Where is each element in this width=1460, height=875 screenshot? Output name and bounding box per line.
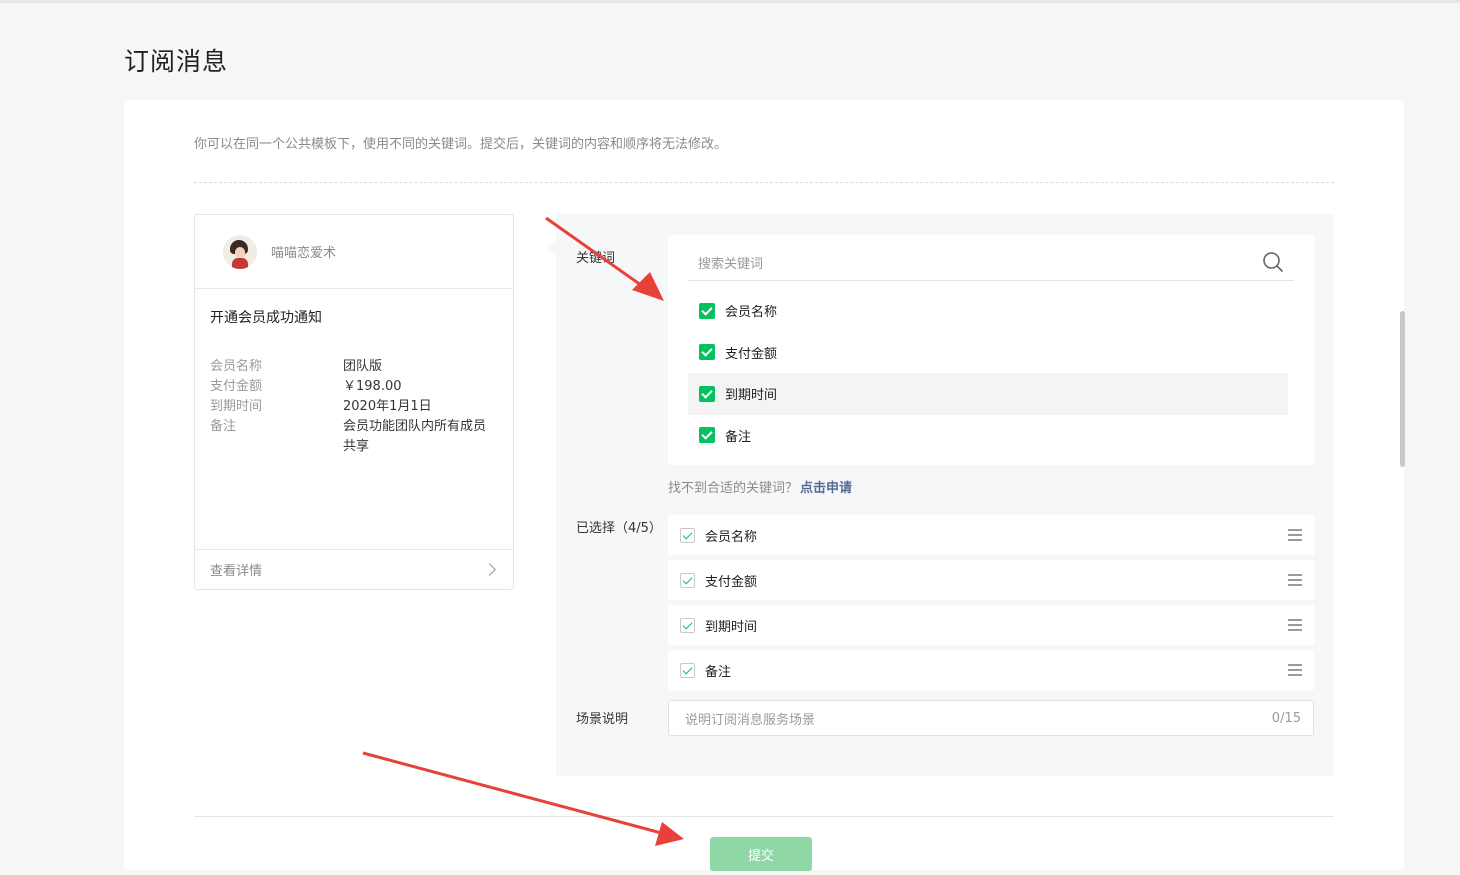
keyword-list-scrollbar[interactable] xyxy=(1400,311,1405,467)
checkbox-checked-icon[interactable] xyxy=(680,617,695,633)
checkbox-checked-icon[interactable] xyxy=(680,572,695,588)
search-icon[interactable] xyxy=(1262,251,1284,273)
preview-row-key: 到期时间 xyxy=(210,399,263,414)
selected-keyword-label: 备注 xyxy=(705,664,732,680)
preview-header: 喵喵恋爱术 xyxy=(195,215,513,289)
keyword-option[interactable]: 到期时间 xyxy=(688,373,1288,415)
keyword-option-label: 支付金额 xyxy=(725,346,778,362)
selected-keyword[interactable]: 会员名称 xyxy=(668,515,1314,555)
selected-keyword[interactable]: 备注 xyxy=(668,650,1314,690)
preview-row-value: 团队版 xyxy=(343,359,383,374)
preview-row-value: 2020年1月1日 xyxy=(343,399,432,414)
scene-placeholder: 说明订阅消息服务场景 xyxy=(685,712,816,728)
checkbox-checked-icon[interactable] xyxy=(699,427,715,444)
drag-handle-icon[interactable] xyxy=(1288,574,1302,586)
preview-row: 会员名称 团队版 xyxy=(210,357,500,377)
dashed-divider xyxy=(194,182,1334,183)
preview-row: 备注 会员功能团队内所有成员共享 xyxy=(210,417,500,457)
selected-keyword[interactable]: 到期时间 xyxy=(668,605,1314,645)
keyword-option-label: 会员名称 xyxy=(725,305,778,321)
apply-keyword-link[interactable]: 点击申请 xyxy=(800,481,852,496)
account-name: 喵喵恋爱术 xyxy=(271,246,337,261)
avatar xyxy=(223,234,257,269)
checkbox-checked-icon[interactable] xyxy=(680,662,695,678)
selected-keyword[interactable]: 支付金额 xyxy=(668,560,1314,600)
keyword-option[interactable]: 备注 xyxy=(688,415,1288,457)
page-title: 订阅消息 xyxy=(124,47,229,76)
hint-text: 你可以在同一个公共模板下，使用不同的关键词。提交后，关键词的内容和顺序将无法修改… xyxy=(194,137,728,152)
preview-row-key: 备注 xyxy=(210,419,237,434)
preview-row-key: 支付金额 xyxy=(210,379,263,394)
keyword-search-input[interactable]: 搜索关键词 xyxy=(688,245,1294,281)
keyword-option-label: 到期时间 xyxy=(725,388,778,404)
selected-keyword-list: 会员名称 支付金额 到期时间 备注 xyxy=(668,515,1314,695)
preview-message-title: 开通会员成功通知 xyxy=(210,310,322,326)
config-panel: 关键词 搜索关键词 会员名称 支付金额 到期时间 备注 找不到合适的关键词？ 点… xyxy=(556,214,1405,776)
checkbox-checked-icon[interactable] xyxy=(680,527,695,543)
drag-handle-icon[interactable] xyxy=(1288,529,1302,541)
main-card: 你可以在同一个公共模板下，使用不同的关键词。提交后，关键词的内容和顺序将无法修改… xyxy=(124,100,1405,871)
keyword-list: 会员名称 支付金额 到期时间 备注 xyxy=(688,290,1288,456)
keyword-option[interactable]: 会员名称 xyxy=(688,290,1288,332)
keyword-option-label: 备注 xyxy=(725,429,752,445)
checkbox-checked-icon[interactable] xyxy=(699,385,715,402)
checkbox-checked-icon[interactable] xyxy=(699,344,715,361)
message-preview: 喵喵恋爱术 开通会员成功通知 会员名称 团队版 支付金额 ￥198.00 到期时… xyxy=(194,214,514,590)
selected-keyword-label: 支付金额 xyxy=(705,574,758,590)
keyword-not-found: 找不到合适的关键词？ 点击申请 xyxy=(668,477,852,496)
not-found-text: 找不到合适的关键词？ xyxy=(668,481,799,496)
footer-divider xyxy=(194,816,1334,817)
checkbox-checked-icon[interactable] xyxy=(699,302,715,319)
preview-row: 支付金额 ￥198.00 xyxy=(210,377,500,397)
char-counter: 0/15 xyxy=(1271,710,1301,726)
preview-row-value: 会员功能团队内所有成员共享 xyxy=(343,419,487,454)
preview-row-key: 会员名称 xyxy=(210,359,263,374)
scene-label: 场景说明 xyxy=(576,712,629,727)
scene-description-input[interactable]: 说明订阅消息服务场景 0/15 xyxy=(668,700,1314,736)
preview-fields: 会员名称 团队版 支付金额 ￥198.00 到期时间 2020年1月1日 备注 … xyxy=(210,357,500,457)
selected-label: 已选择（4/5） xyxy=(576,521,662,536)
keyword-option[interactable]: 支付金额 xyxy=(688,332,1288,374)
selected-keyword-label: 到期时间 xyxy=(705,619,758,635)
search-placeholder: 搜索关键词 xyxy=(698,257,764,272)
view-details-link[interactable]: 查看详情 xyxy=(195,549,513,589)
keywords-label: 关键词 xyxy=(576,251,616,266)
top-divider xyxy=(0,0,1460,3)
keyword-picker: 搜索关键词 会员名称 支付金额 到期时间 备注 xyxy=(668,235,1405,467)
preview-row: 到期时间 2020年1月1日 xyxy=(210,397,500,417)
drag-handle-icon[interactable] xyxy=(1288,664,1302,676)
preview-row-value: ￥198.00 xyxy=(343,379,402,394)
panel-pointer xyxy=(548,240,556,256)
drag-handle-icon[interactable] xyxy=(1288,619,1302,631)
view-details-label: 查看详情 xyxy=(210,564,263,579)
selected-keyword-label: 会员名称 xyxy=(705,529,758,545)
submit-button[interactable]: 提交 xyxy=(710,837,812,871)
chevron-right-icon xyxy=(483,563,496,576)
